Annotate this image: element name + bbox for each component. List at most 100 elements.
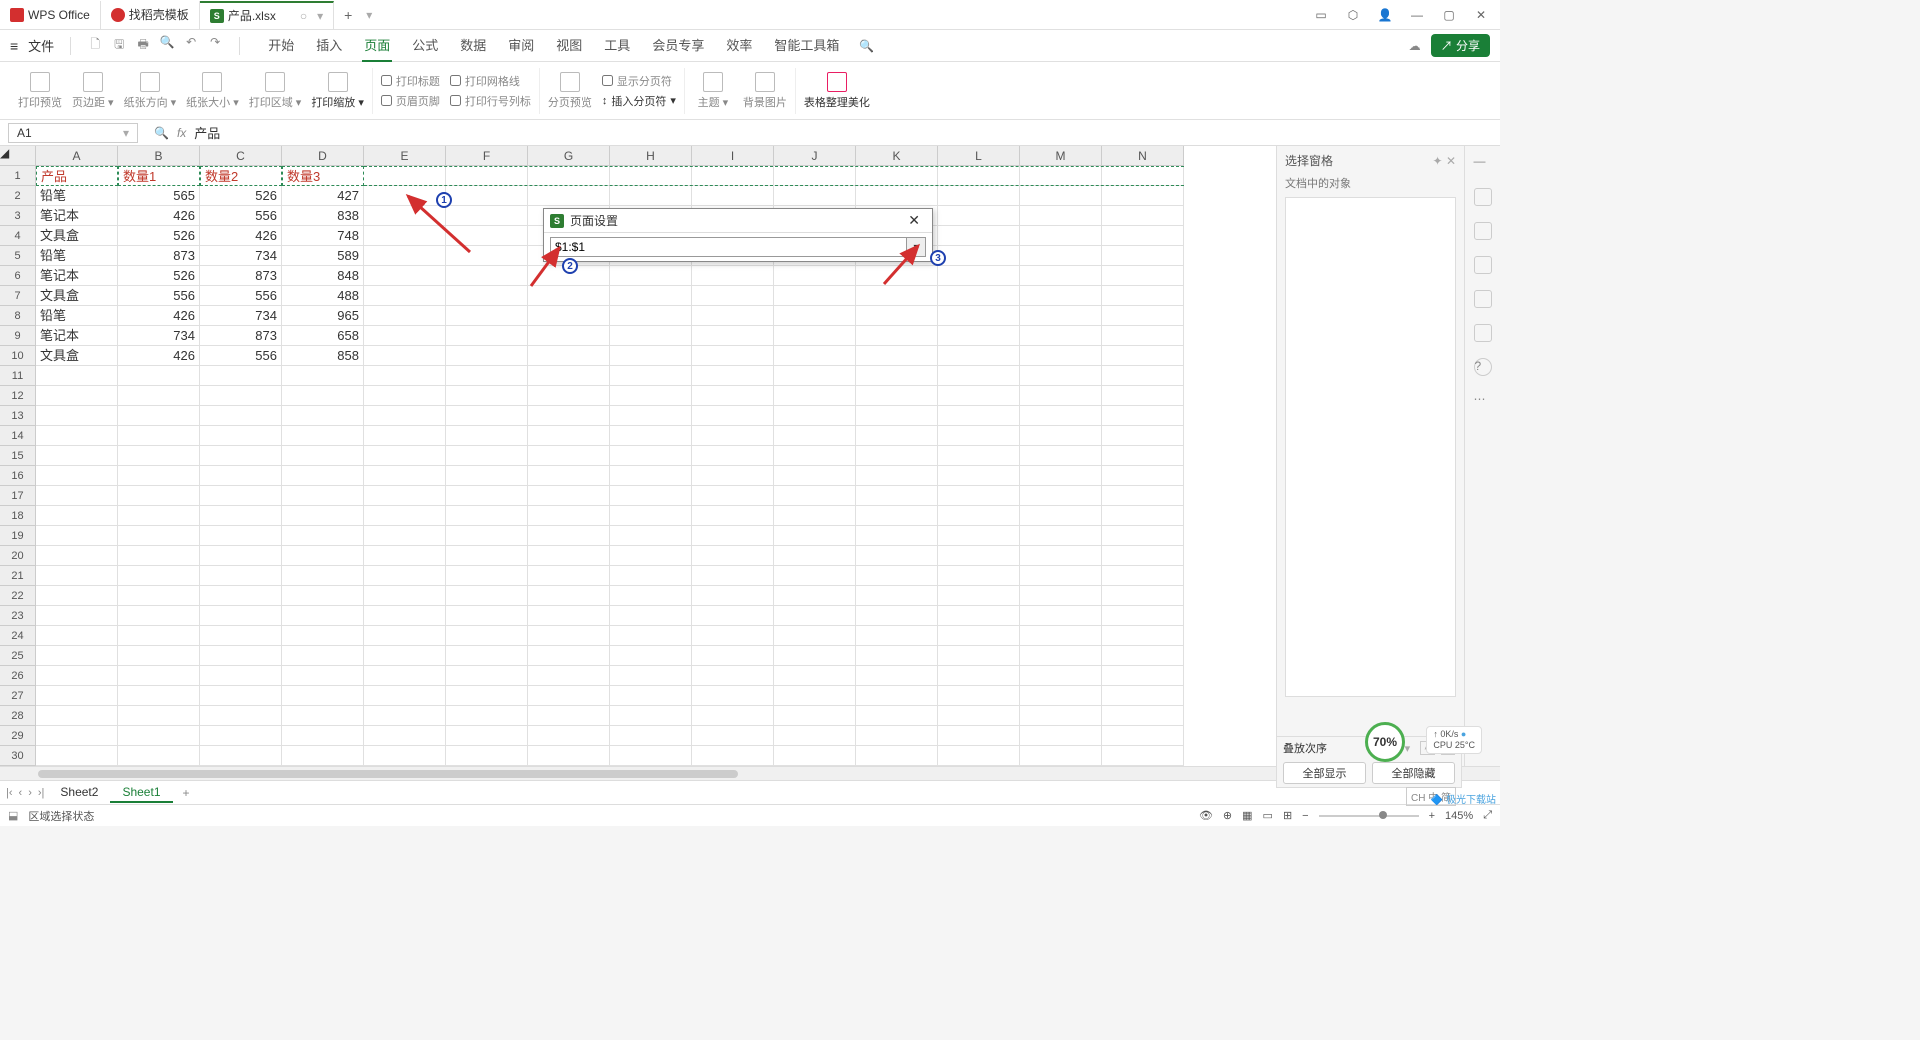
- row-header[interactable]: 21: [0, 566, 36, 586]
- cell[interactable]: [364, 746, 446, 766]
- cell[interactable]: [200, 506, 282, 526]
- cell[interactable]: [1020, 666, 1102, 686]
- menu-tab-7[interactable]: 工具: [602, 29, 632, 62]
- file-menu[interactable]: 文件: [28, 36, 54, 55]
- cell[interactable]: [774, 546, 856, 566]
- clipboard-icon[interactable]: [1474, 256, 1492, 274]
- cell[interactable]: [856, 646, 938, 666]
- cell[interactable]: [692, 706, 774, 726]
- cell[interactable]: [446, 746, 528, 766]
- cell[interactable]: [36, 446, 118, 466]
- cell[interactable]: [856, 426, 938, 446]
- cell[interactable]: [938, 506, 1020, 526]
- cell[interactable]: 734: [200, 306, 282, 326]
- cell[interactable]: [200, 566, 282, 586]
- row-header[interactable]: 18: [0, 506, 36, 526]
- cell[interactable]: [692, 326, 774, 346]
- select-all-corner[interactable]: ◢: [0, 146, 36, 166]
- cell[interactable]: [364, 646, 446, 666]
- maximize-button[interactable]: ▢: [1440, 8, 1458, 22]
- col-header[interactable]: K: [856, 146, 938, 166]
- print-scale-button[interactable]: 打印缩放 ▾: [311, 72, 364, 110]
- cell[interactable]: 文具盒: [36, 226, 118, 246]
- header-footer-check[interactable]: 页眉页脚: [381, 93, 440, 109]
- cell[interactable]: 748: [282, 226, 364, 246]
- cell[interactable]: [446, 506, 528, 526]
- cell[interactable]: [364, 686, 446, 706]
- cell[interactable]: [774, 746, 856, 766]
- cell[interactable]: 734: [118, 326, 200, 346]
- cell[interactable]: [938, 686, 1020, 706]
- cell[interactable]: [692, 726, 774, 746]
- cell[interactable]: [1020, 446, 1102, 466]
- cell[interactable]: 734: [200, 246, 282, 266]
- cell[interactable]: [1102, 426, 1184, 446]
- cell[interactable]: 965: [282, 306, 364, 326]
- cell[interactable]: 873: [200, 266, 282, 286]
- col-header[interactable]: N: [1102, 146, 1184, 166]
- cell[interactable]: [200, 646, 282, 666]
- row-header[interactable]: 15: [0, 446, 36, 466]
- cell[interactable]: [938, 646, 1020, 666]
- cell[interactable]: 铅笔: [36, 186, 118, 206]
- cell[interactable]: [610, 526, 692, 546]
- cell[interactable]: [1020, 606, 1102, 626]
- row-header[interactable]: 5: [0, 246, 36, 266]
- cell[interactable]: [200, 666, 282, 686]
- hide-all-button[interactable]: 全部隐藏: [1372, 762, 1455, 784]
- cell[interactable]: 556: [200, 346, 282, 366]
- cell[interactable]: [282, 746, 364, 766]
- close-button[interactable]: ✕: [1472, 8, 1490, 22]
- cell[interactable]: [610, 446, 692, 466]
- cell[interactable]: [774, 626, 856, 646]
- cell[interactable]: [528, 626, 610, 646]
- tab-menu-icon[interactable]: ▾: [366, 8, 372, 22]
- cell[interactable]: [856, 466, 938, 486]
- cell[interactable]: [774, 486, 856, 506]
- row-header[interactable]: 29: [0, 726, 36, 746]
- cell[interactable]: [1020, 246, 1102, 266]
- fullscreen-icon[interactable]: ⤢: [1483, 809, 1492, 822]
- orientation-button[interactable]: 纸张方向 ▾: [124, 72, 177, 110]
- cell[interactable]: [774, 286, 856, 306]
- cell[interactable]: [118, 406, 200, 426]
- cell[interactable]: [1102, 466, 1184, 486]
- preview-icon[interactable]: 🔍: [159, 35, 175, 56]
- cell[interactable]: [364, 586, 446, 606]
- row-header[interactable]: 30: [0, 746, 36, 766]
- cell[interactable]: [1102, 546, 1184, 566]
- cell[interactable]: 数量2: [200, 166, 282, 186]
- cell[interactable]: [1102, 266, 1184, 286]
- cell[interactable]: [692, 166, 774, 186]
- cell[interactable]: [1102, 706, 1184, 726]
- cell[interactable]: [692, 346, 774, 366]
- cell[interactable]: [1102, 366, 1184, 386]
- cell[interactable]: [364, 506, 446, 526]
- cell[interactable]: [118, 726, 200, 746]
- cell[interactable]: [938, 386, 1020, 406]
- cell[interactable]: [528, 346, 610, 366]
- cell[interactable]: [692, 586, 774, 606]
- cell[interactable]: [938, 546, 1020, 566]
- cell[interactable]: [692, 646, 774, 666]
- cell[interactable]: [856, 746, 938, 766]
- row-header[interactable]: 22: [0, 586, 36, 606]
- row-header[interactable]: 26: [0, 666, 36, 686]
- cell[interactable]: [1020, 506, 1102, 526]
- cell[interactable]: [1102, 166, 1184, 186]
- row-header[interactable]: 3: [0, 206, 36, 226]
- cell[interactable]: [856, 566, 938, 586]
- minimize-button[interactable]: —: [1408, 8, 1426, 22]
- cell[interactable]: [1020, 586, 1102, 606]
- cell[interactable]: [856, 306, 938, 326]
- save-icon[interactable]: 🖫: [111, 35, 127, 56]
- cell[interactable]: [774, 446, 856, 466]
- cell[interactable]: [118, 566, 200, 586]
- cell[interactable]: [282, 606, 364, 626]
- cell[interactable]: [1020, 646, 1102, 666]
- cell[interactable]: [610, 426, 692, 446]
- cell[interactable]: [610, 346, 692, 366]
- sheet-tab[interactable]: Sheet1: [110, 783, 172, 803]
- cell[interactable]: [774, 166, 856, 186]
- cell[interactable]: [1102, 346, 1184, 366]
